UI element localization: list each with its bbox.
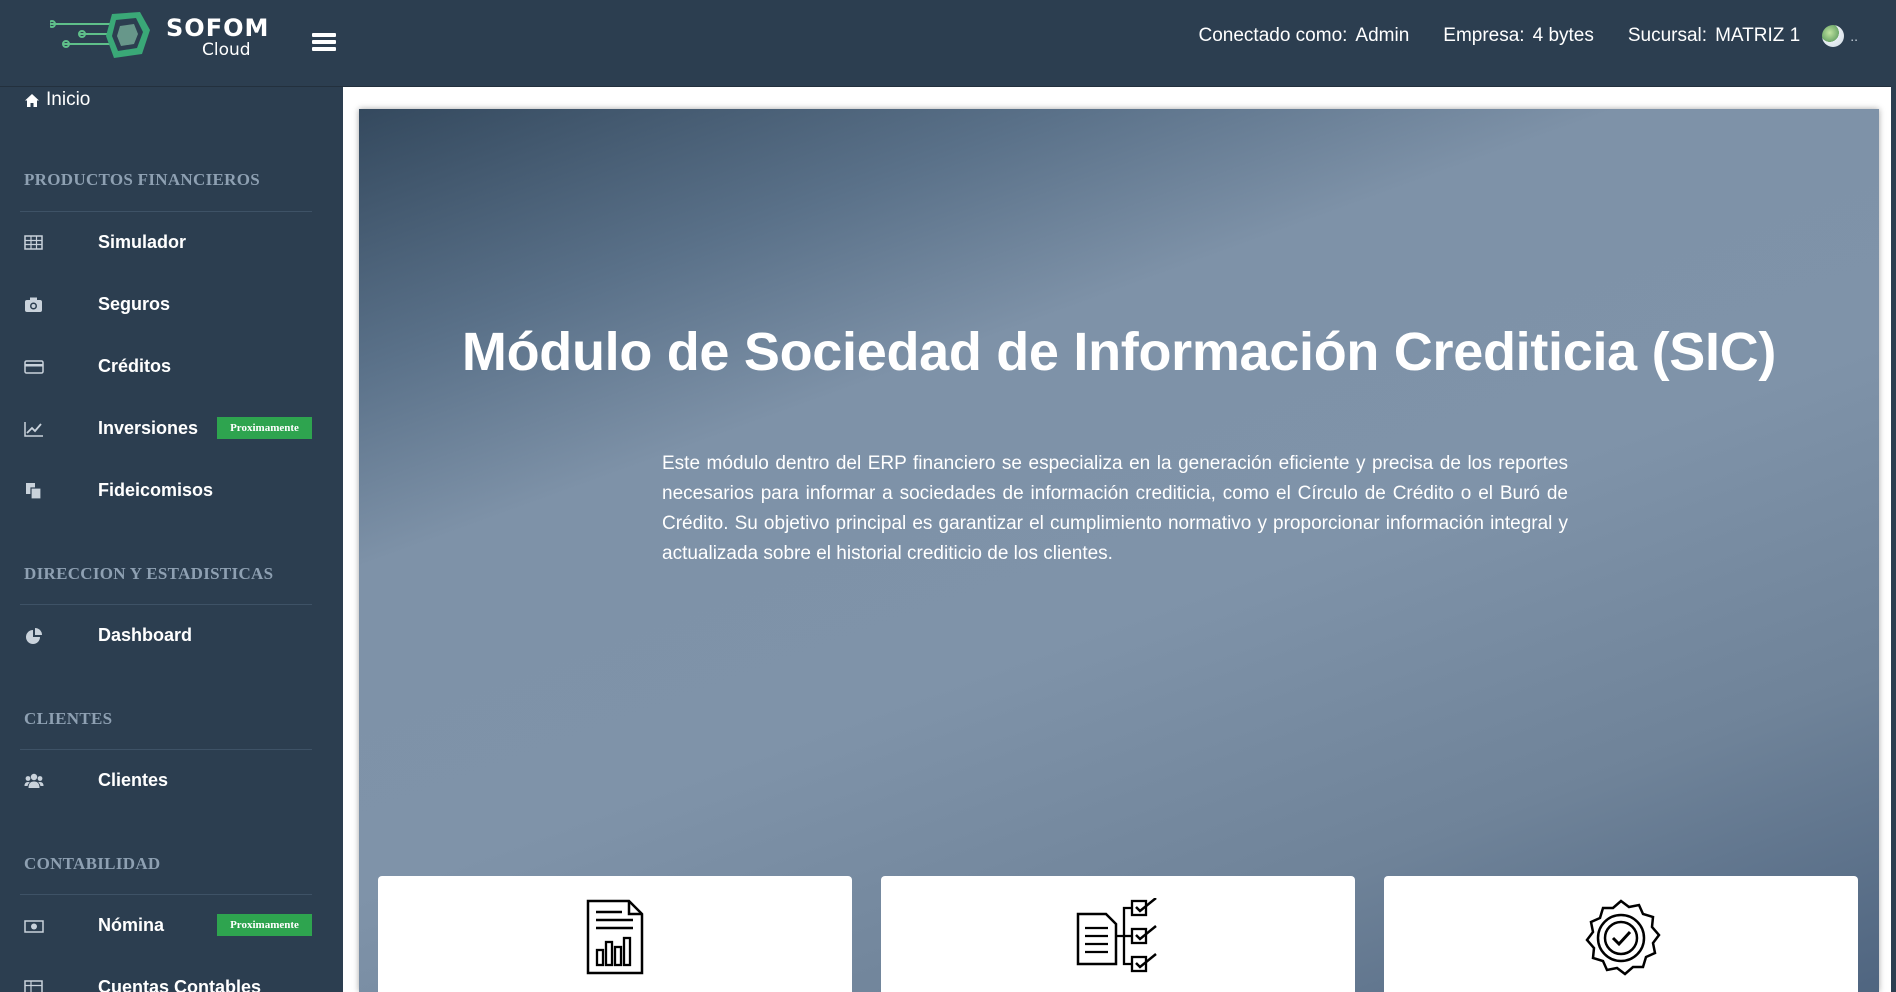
sidebar-item-clientes[interactable]: Clientes: [0, 762, 343, 802]
sidebar-item-inversiones[interactable]: Inversiones Proximamente: [0, 410, 343, 450]
page-title: Módulo de Sociedad de Información Credit…: [461, 322, 1777, 382]
user-info: Conectado como: Admin Empresa: 4 bytes S…: [1199, 24, 1858, 48]
top-navbar: SOFOM Cloud Conectado como: Admin Empres…: [0, 0, 1896, 87]
table-icon: [24, 980, 43, 992]
connected-label: Conectado como:: [1198, 25, 1348, 46]
sidebar-item-label: Fideicomisos: [98, 480, 214, 500]
company-value: 4 bytes: [1532, 25, 1594, 46]
window-edge: [1891, 0, 1896, 992]
divider: [20, 211, 312, 212]
connected-user: Admin: [1355, 25, 1410, 46]
section-clientes: CLIENTES: [24, 709, 113, 728]
brand-sub: Cloud: [202, 40, 251, 60]
divider: [20, 604, 312, 605]
sidebar-item-label: Cuentas Contables: [98, 977, 262, 992]
divider: [20, 894, 312, 895]
section-contabilidad: CONTABILIDAD: [24, 854, 161, 873]
company-label: Empresa:: [1443, 25, 1525, 46]
line-chart-icon: [24, 422, 43, 437]
sidebar-item-nomina[interactable]: Nómina Proximamente: [0, 907, 343, 947]
section-productos-financieros: PRODUCTOS FINANCIEROS: [24, 170, 260, 189]
credit-card-icon: [24, 360, 44, 374]
feature-card-verified: [1384, 876, 1858, 992]
branch-value: MATRIZ 1: [1715, 25, 1801, 46]
feature-card-checklist: [881, 876, 1355, 992]
sidebar-item-label: Inversiones: [98, 418, 199, 438]
sidebar-item-label: Nómina: [98, 915, 165, 935]
menu-toggle-icon[interactable]: [312, 33, 336, 53]
checklist-icon: [1076, 898, 1157, 973]
pie-chart-icon: [26, 628, 42, 644]
sidebar-item-simulador[interactable]: Simulador: [0, 224, 343, 264]
company-info: Empresa: 4 bytes: [1443, 25, 1594, 47]
sidebar-item-label: Clientes: [98, 770, 169, 790]
main-content: Módulo de Sociedad de Información Credit…: [343, 87, 1891, 992]
brand-name: SOFOM: [166, 14, 270, 42]
sidebar-item-fideicomisos[interactable]: Fideicomisos: [0, 472, 343, 512]
status-badge: Proximamente: [217, 417, 312, 439]
sidebar-item-label: Dashboard: [98, 625, 193, 645]
camera-icon: [25, 297, 42, 312]
avatar[interactable]: [1822, 25, 1845, 47]
sidebar-item-dashboard[interactable]: Dashboard: [0, 617, 343, 657]
home-icon: [25, 93, 39, 107]
connected-as: Conectado como: Admin: [1199, 25, 1410, 47]
copy-icon: [26, 483, 42, 500]
brand-logo[interactable]: SOFOM Cloud: [48, 6, 280, 76]
section-direccion-estadisticas: DIRECCION Y ESTADISTICAS: [24, 564, 274, 583]
verified-badge-icon: [1585, 899, 1661, 976]
sidebar-item-label: Seguros: [98, 294, 171, 314]
sidebar-item-inicio[interactable]: Inicio: [24, 89, 90, 111]
sidebar-item-seguros[interactable]: Seguros: [0, 286, 343, 326]
sidebar-item-label: Créditos: [98, 356, 172, 376]
sidebar-item-creditos[interactable]: Créditos: [0, 348, 343, 388]
sidebar-item-label: Simulador: [98, 232, 187, 252]
status-badge: Proximamente: [217, 914, 312, 936]
hero-banner: Módulo de Sociedad de Información Credit…: [359, 109, 1879, 992]
feature-card-reports: [378, 876, 852, 992]
table-icon: [24, 235, 43, 250]
branch-label: Sucursal:: [1627, 25, 1708, 46]
module-description: Este módulo dentro del ERP financiero se…: [662, 453, 1568, 564]
sidebar: Inicio PRODUCTOS FINANCIEROS Simulador S…: [0, 87, 343, 992]
divider: [20, 749, 312, 750]
logo-mark-icon: [48, 12, 150, 58]
report-document-icon: [586, 899, 644, 975]
branch-info: Sucursal: MATRIZ 1: [1628, 25, 1800, 47]
user-menu-dots[interactable]: ..: [1850, 28, 1858, 44]
money-icon: [24, 920, 44, 933]
sidebar-item-cuentas-contables[interactable]: Cuentas Contables: [0, 969, 343, 992]
sidebar-item-label: Inicio: [46, 89, 91, 110]
users-icon: [24, 773, 44, 788]
